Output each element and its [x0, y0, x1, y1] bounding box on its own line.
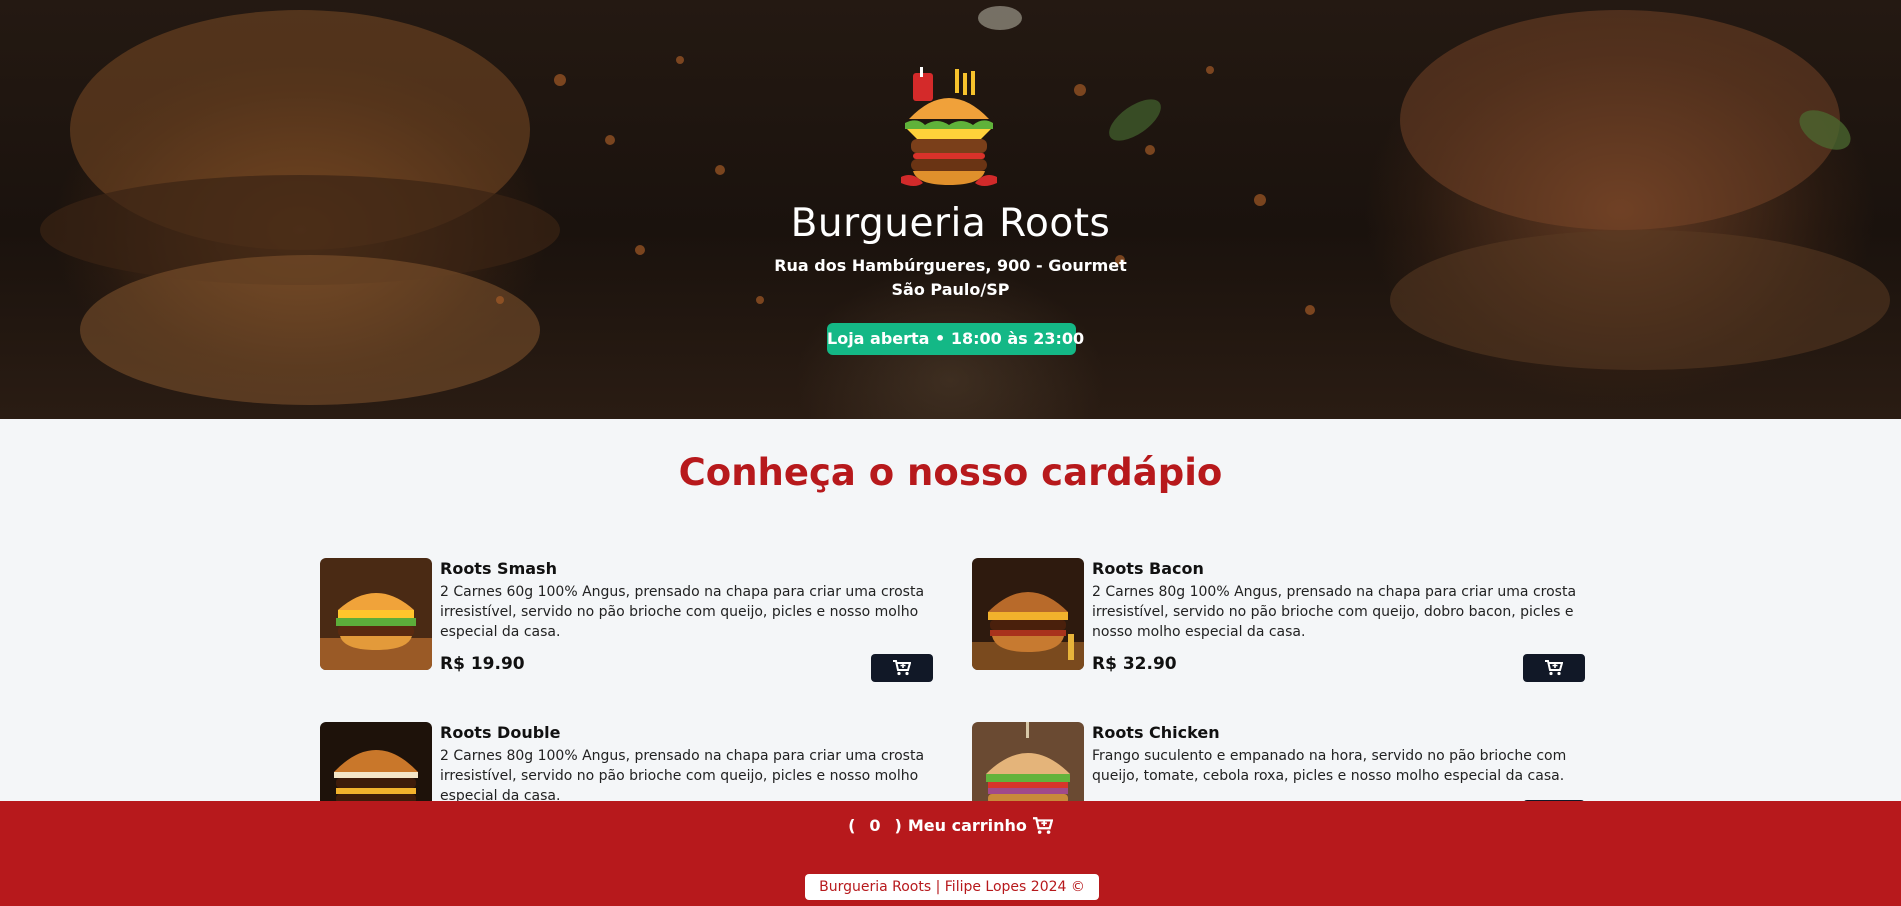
menu-item-card: Roots Bacon 2 Carnes 80g 100% Angus, pre… [972, 558, 1602, 682]
cart-icon [1032, 817, 1053, 834]
roots-bacon-photo [972, 558, 1084, 670]
add-to-cart-button[interactable] [871, 654, 933, 682]
cart-label: Meu carrinho [907, 816, 1027, 835]
address-line-2: São Paulo/SP [891, 280, 1010, 299]
add-to-cart-button[interactable] [1523, 654, 1585, 682]
cart-count: 0 [869, 816, 881, 835]
menu-item-description: Frango suculento e empanado na hora, ser… [1092, 748, 1567, 784]
cart-plus-icon [1545, 660, 1563, 676]
menu-item-name: Roots Double [440, 723, 561, 742]
cart-plus-icon [893, 660, 911, 676]
restaurant-name: Burgueria Roots [790, 201, 1111, 246]
burger-logo-icon [893, 67, 1005, 189]
menu-item-name: Roots Chicken [1092, 723, 1220, 742]
menu-item-price: R$ 19.90 [440, 654, 525, 674]
menu-item-description: 2 Carnes 60g 100% Angus, prensado na cha… [440, 584, 925, 640]
cart-paren-close: ) [894, 816, 902, 835]
open-cart-button[interactable]: ( 0 ) Meu carrinho [0, 815, 1901, 837]
menu-section-title: Conheça o nosso cardápio [678, 451, 1223, 494]
menu-item-name: Roots Bacon [1092, 559, 1204, 578]
cart-paren-open: ( [848, 816, 856, 835]
menu-item-price: R$ 32.90 [1092, 654, 1177, 674]
store-open-status-badge: Loja aberta • 18:00 às 23:00 [827, 323, 1084, 355]
footer-bar: ( 0 ) Meu carrinho Burgueria Roots | Fil… [0, 801, 1901, 906]
roots-smash-photo [320, 558, 432, 670]
footer-credit: Burgueria Roots | Filipe Lopes 2024 © [805, 874, 1099, 900]
menu-item-description: 2 Carnes 80g 100% Angus, prensado na cha… [1092, 584, 1577, 640]
address-line-1: Rua dos Hambúrgueres, 900 - Gourmet [774, 256, 1127, 275]
menu-item-card: Roots Smash 2 Carnes 60g 100% Angus, pre… [320, 558, 950, 682]
hero-banner: Burgueria Roots Rua dos Hambúrgueres, 90… [0, 0, 1901, 419]
menu-item-name: Roots Smash [440, 559, 557, 578]
menu-item-description: 2 Carnes 80g 100% Angus, prensado na cha… [440, 748, 925, 804]
